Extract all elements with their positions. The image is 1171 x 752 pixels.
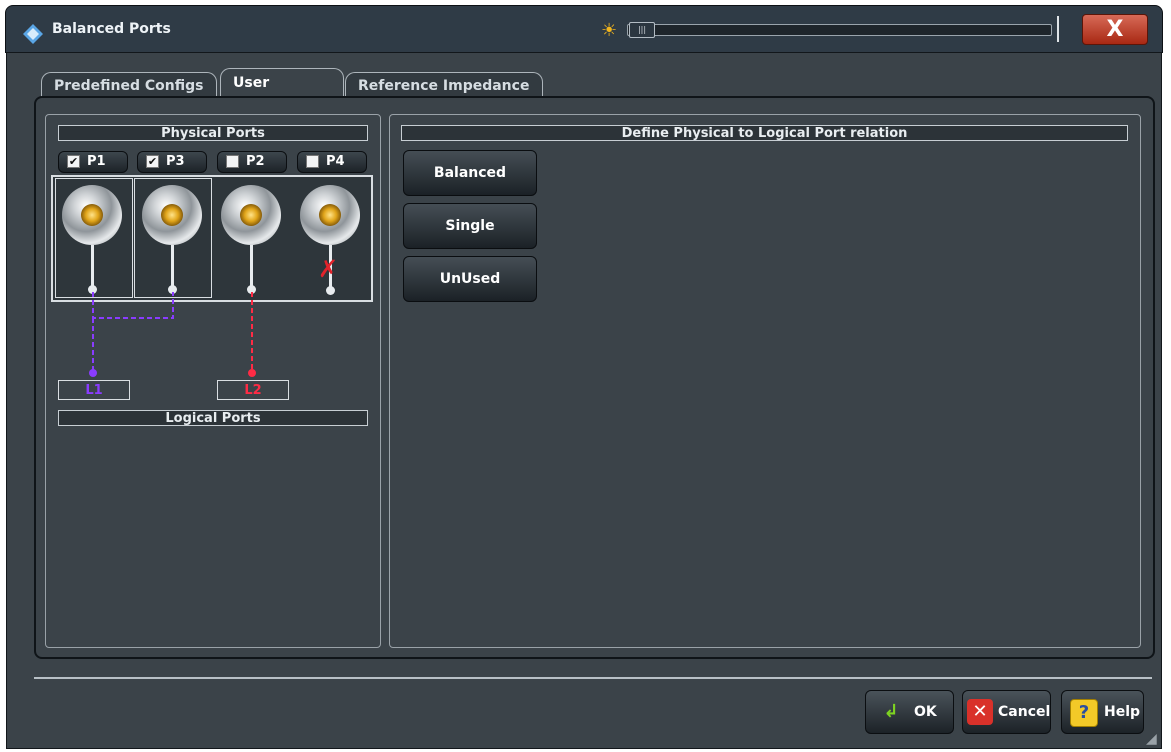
cancel-label: Cancel: [998, 704, 1051, 720]
green-arrow-icon: ↲: [883, 701, 899, 722]
logical-port-l1: L1: [58, 380, 130, 400]
help-button[interactable]: ? Help: [1061, 690, 1144, 734]
relation-header: Define Physical to Logical Port relation: [401, 125, 1128, 141]
ok-label: OK: [914, 704, 937, 720]
logical-ports-header: Logical Ports: [58, 410, 368, 426]
logical-port-l2: L2: [217, 380, 289, 400]
balanced-ports-dialog: Balanced Ports ☀ ||| X Predefined Config…: [0, 0, 1171, 752]
single-button[interactable]: Single: [403, 203, 537, 249]
balanced-button[interactable]: Balanced: [403, 150, 537, 196]
help-label: Help: [1104, 704, 1141, 720]
footer-separator: [34, 677, 1152, 679]
unused-button[interactable]: UnUsed: [403, 256, 537, 302]
cancel-button[interactable]: ✕ Cancel: [962, 690, 1051, 734]
help-question-icon: ?: [1070, 699, 1098, 727]
red-x-icon: ✕: [967, 699, 993, 725]
ok-button[interactable]: ↲ OK: [865, 690, 954, 734]
l2-node: [248, 369, 256, 377]
l1-node: [89, 369, 97, 377]
balanced-link-line: [92, 292, 174, 319]
resize-grip-icon[interactable]: ◢: [1146, 731, 1157, 747]
